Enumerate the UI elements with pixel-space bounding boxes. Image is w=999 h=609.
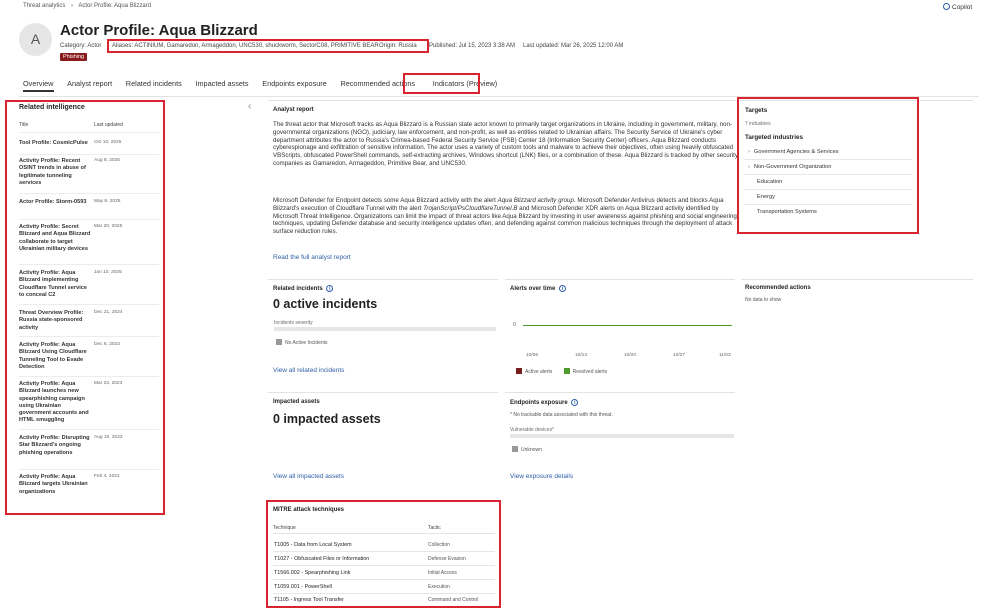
alerts-x-tick: 11/03 [719,353,731,358]
vulnerable-devices-bar [510,434,734,438]
alerts-legend: Active alerts Resolved alerts [516,368,607,375]
view-impacted-assets-link[interactable]: View all impacted assets [273,473,344,480]
updated-label: Last updated: Mar 26, 2025 12:00 AM [523,43,624,49]
impacted-assets-heading: Impacted assets [273,399,320,405]
targeted-industries-heading: Targeted industries [745,134,803,141]
incidents-severity-label: Incidents severity [274,320,313,326]
published-label: Published: Jul 15, 2023 3:38 AM [429,43,516,49]
alerts-y-axis-zero: 0 [513,322,516,328]
mitre-col-tactic: Tactic [428,525,441,531]
incidents-legend: No Active Incidents [276,339,328,346]
table-row[interactable]: T1105 - Ingress Tool Transfer Command an… [273,594,495,606]
category-label: Category: Actor [60,43,102,49]
table-row[interactable]: T1005 - Data from Local System Collectio… [273,538,495,552]
tab-endpoints-exposure[interactable]: Endpoints exposure [262,79,327,88]
related-incidents-heading: Related incidents i [273,285,334,292]
recommended-actions-empty: No data to show [745,297,782,303]
alerts-line [523,325,732,326]
industry-row: Education [744,175,912,190]
avatar: A [19,23,52,56]
incidents-severity-bar [274,327,496,331]
endpoints-note: * No trackable data associated with this… [510,412,613,418]
recommended-actions-heading: Recommended actions [745,285,811,291]
legend-swatch [512,446,518,452]
mitre-col-technique: Technique [273,525,296,531]
industry-row: Energy [744,190,912,205]
table-row[interactable]: T1059.001 - PowerShell Execution [273,580,495,594]
aliases-highlight [107,39,429,53]
related-intelligence-heading: Related intelligence [19,104,85,111]
industry-row: Transportation Systems [757,209,817,215]
tab-impacted-assets[interactable]: Impacted assets [195,79,248,88]
breadcrumb-root[interactable]: Threat analytics [23,3,65,9]
analyst-report-paragraph-2: Microsoft Defender for Endpoint detects … [273,197,737,236]
collapse-panel-icon[interactable]: ‹ [248,101,251,112]
industry-row[interactable]: › Non-Government Organization [744,160,912,175]
info-icon[interactable]: i [571,399,579,406]
alerts-x-tick: 10/20 [624,353,637,358]
legend-swatch [276,339,282,345]
alerts-over-time-heading: Alerts over time i [510,285,567,292]
view-related-incidents-link[interactable]: View all related incidents [273,367,344,374]
vulnerable-devices-label: Vulnerable devices* [510,427,555,433]
indicators-tab-highlight [403,73,480,94]
industry-row[interactable]: › Government Agencies & Services [744,145,912,160]
copilot-button[interactable]: Copilot [943,3,972,11]
chevron-right-icon: › [71,3,74,9]
resolved-alerts-swatch [563,368,570,374]
table-row[interactable]: T1027 - Obfuscated Files or Information … [273,552,495,566]
chevron-right-icon: › [748,164,750,170]
phishing-tag: Phishing [60,53,88,61]
endpoints-legend: Unknown [512,446,542,453]
active-tab-underline [23,90,54,92]
tab-related-incidents[interactable]: Related incidents [126,79,182,88]
info-icon[interactable]: i [326,285,334,292]
endpoints-exposure-heading: Endpoints exposure i [510,399,579,406]
impacted-assets-count: 0 impacted assets [273,412,381,426]
breadcrumb: Threat analytics › Actor Profile: Aqua B… [23,3,151,9]
column-header-updated: Last updated [94,122,123,128]
alerts-x-tick: 10/06 [526,353,539,358]
column-header-title: Title [19,122,29,128]
targets-count: 7 industries [745,121,771,127]
analyst-report-heading: Analyst report [273,107,314,113]
copilot-icon [943,3,950,10]
table-row[interactable]: T1566.002 - Spearphishing Link Initial A… [273,566,495,580]
mitre-heading: MITRE attack techniques [273,507,345,513]
active-alerts-swatch [516,368,522,374]
chevron-right-icon: › [748,149,750,155]
alerts-x-tick: 10/13 [575,353,588,358]
alerts-x-tick: 10/27 [673,353,686,358]
active-incidents-count: 0 active incidents [273,297,378,311]
analyst-report-paragraph-1: The threat actor that Microsoft tracks a… [273,121,738,167]
page-title: Actor Profile: Aqua Blizzard [60,22,258,39]
breadcrumb-current: Actor Profile: Aqua Blizzard [78,3,152,9]
view-exposure-details-link[interactable]: View exposure details [510,473,573,480]
targets-heading: Targets [745,107,768,114]
read-full-report-link[interactable]: Read the full analyst report [273,254,351,261]
tab-overview[interactable]: Overview [23,79,53,88]
info-icon[interactable]: i [559,285,567,292]
tab-analyst-report[interactable]: Analyst report [67,79,112,88]
